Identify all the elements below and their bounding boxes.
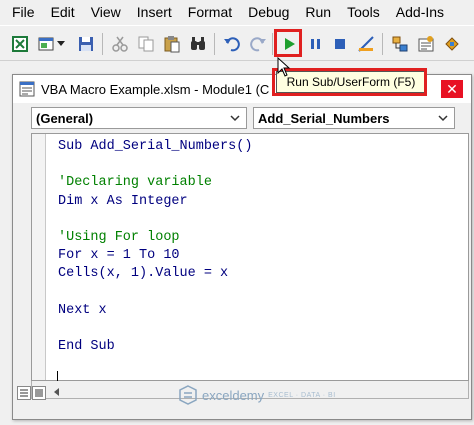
save-icon[interactable] (76, 34, 96, 54)
run-button-highlight (274, 29, 302, 57)
code-line[interactable] (58, 211, 252, 229)
watermark-tagline: EXCEL · DATA · BI (268, 391, 336, 399)
menu-view[interactable]: View (91, 4, 121, 20)
code-statement: End Sub (58, 339, 115, 355)
exceldemy-logo-icon (179, 385, 197, 405)
code-window: VBA Macro Example.xlsm - Module1 (C ✕ (G… (12, 74, 472, 420)
redo-icon[interactable] (248, 34, 268, 54)
code-line[interactable] (58, 156, 252, 174)
excel-icon[interactable] (10, 34, 30, 54)
toolbar-separator (214, 33, 215, 55)
scroll-left-icon[interactable] (51, 386, 63, 398)
code-line[interactable] (58, 320, 252, 338)
editor-margin[interactable] (32, 134, 46, 380)
code-line[interactable]: End Sub (58, 338, 252, 356)
code-text[interactable]: Sub Add_Serial_Numbers() 'Declaring vari… (58, 138, 252, 356)
design-mode-icon[interactable] (356, 34, 376, 54)
code-statement: Next x (58, 302, 107, 318)
object-dropdown[interactable]: (General) (31, 107, 247, 129)
paste-icon[interactable] (162, 34, 182, 54)
object-browser-icon[interactable] (442, 34, 462, 54)
menu-file[interactable]: File (12, 4, 35, 20)
toolbar-separator (382, 33, 383, 55)
menu-debug[interactable]: Debug (248, 4, 289, 20)
project-explorer-icon[interactable] (390, 34, 410, 54)
watermark: exceldemy EXCEL · DATA · BI (178, 385, 336, 405)
close-button[interactable]: ✕ (441, 80, 463, 98)
code-statement: Dim x As Integer (58, 193, 188, 209)
code-line[interactable]: Next x (58, 302, 252, 320)
menu-run[interactable]: Run (305, 4, 331, 20)
code-statement: Sub Add_Serial_Numbers() (58, 139, 253, 154)
code-statement: For x = 1 To 10 (58, 248, 180, 264)
chevron-down-icon (438, 115, 448, 122)
insert-module-icon[interactable] (36, 34, 56, 54)
menu-add-ins[interactable]: Add-Ins (396, 4, 444, 20)
break-icon[interactable] (306, 34, 326, 54)
view-toggle (17, 386, 47, 400)
menu-format[interactable]: Format (188, 4, 232, 20)
toolbar-separator (102, 33, 103, 55)
menu-bar: File Edit View Insert Format Debug Run Tools Add… (0, 0, 474, 24)
window-title: VBA Macro Example.xlsm - Module1 (C (41, 81, 270, 97)
undo-icon[interactable] (222, 34, 242, 54)
code-line[interactable]: 'Using For loop (58, 229, 252, 247)
mouse-cursor-icon (277, 57, 291, 77)
code-line[interactable]: 'Declaring variable (58, 174, 252, 192)
standard-toolbar (0, 25, 474, 61)
watermark-name: exceldemy (202, 387, 265, 403)
procedure-dropdown[interactable]: Add_Serial_Numbers (253, 107, 455, 129)
find-icon[interactable] (188, 34, 208, 54)
full-module-view-icon[interactable] (32, 386, 46, 400)
code-line[interactable]: Dim x As Integer (58, 193, 252, 211)
cut-icon[interactable] (110, 34, 130, 54)
tooltip-highlight (272, 68, 427, 96)
module-icon (19, 81, 35, 97)
properties-icon[interactable] (416, 34, 436, 54)
code-editor[interactable]: Sub Add_Serial_Numbers() 'Declaring vari… (31, 133, 469, 381)
toolbar-separator (272, 33, 273, 55)
code-line[interactable]: Cells(x, 1).Value = x (58, 265, 252, 283)
object-dropdown-value: (General) (36, 110, 94, 126)
chevron-down-icon[interactable] (56, 34, 66, 54)
procedure-view-icon[interactable] (17, 386, 31, 400)
code-comment: 'Using For loop (58, 230, 180, 246)
menu-edit[interactable]: Edit (51, 4, 75, 20)
code-comment: 'Declaring variable (58, 175, 212, 191)
chevron-down-icon (230, 115, 240, 122)
copy-icon[interactable] (136, 34, 156, 54)
code-statement: Cells(x, 1).Value = x (58, 266, 229, 282)
code-line[interactable]: For x = 1 To 10 (58, 247, 252, 265)
menu-insert[interactable]: Insert (137, 4, 172, 20)
code-line[interactable]: Sub Add_Serial_Numbers() (58, 138, 252, 156)
procedure-dropdown-value: Add_Serial_Numbers (258, 110, 390, 126)
menu-tools[interactable]: Tools (347, 4, 380, 20)
reset-icon[interactable] (330, 34, 350, 54)
code-line[interactable] (58, 284, 252, 302)
